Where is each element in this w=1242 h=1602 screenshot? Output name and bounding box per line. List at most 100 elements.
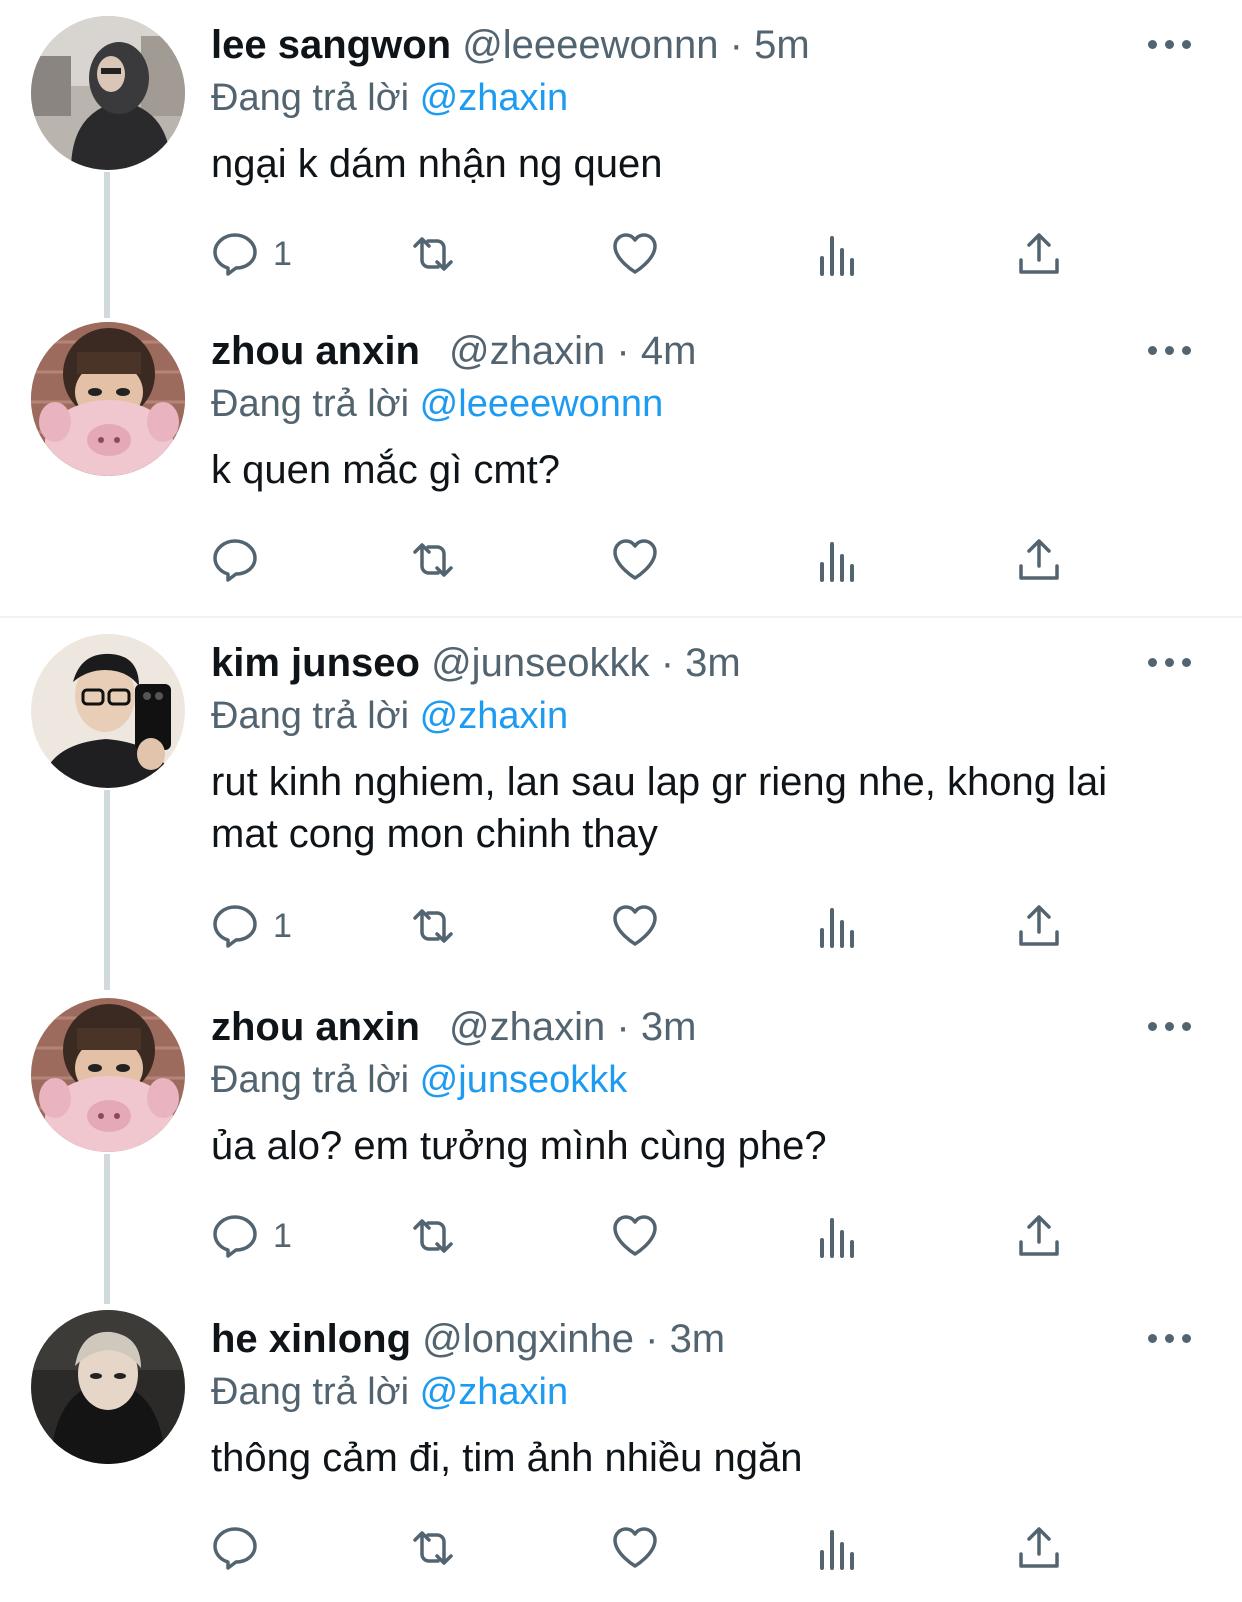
- views-button[interactable]: [813, 226, 861, 282]
- timestamp[interactable]: 5m: [754, 23, 810, 67]
- comment-icon: [213, 905, 257, 948]
- replying-to: Đang trả lời @zhaxin: [211, 690, 1182, 742]
- share-button[interactable]: [1015, 532, 1063, 588]
- display-name[interactable]: lee sangwon: [211, 23, 451, 67]
- reply-button[interactable]: 1: [211, 1208, 292, 1264]
- comment-icon: [213, 1215, 257, 1258]
- heart-icon: [613, 1215, 657, 1256]
- replying-to-label: Đang trả lời: [211, 77, 410, 119]
- mention-link[interactable]: @zhaxin: [420, 77, 568, 119]
- user-handle[interactable]: @zhaxin: [449, 329, 605, 373]
- timestamp[interactable]: 3m: [670, 1317, 726, 1361]
- share-button[interactable]: [1015, 1520, 1063, 1576]
- avatar-hooded-person[interactable]: [31, 16, 185, 170]
- retweet-button[interactable]: [409, 1520, 457, 1576]
- views-button[interactable]: [813, 898, 861, 954]
- views-button[interactable]: [813, 532, 861, 588]
- share-button[interactable]: [1015, 226, 1063, 282]
- reply-button[interactable]: [211, 532, 273, 588]
- like-button[interactable]: [611, 1208, 659, 1264]
- more-options-icon[interactable]: [1148, 656, 1192, 670]
- avatar-pink-plush[interactable]: [31, 322, 185, 476]
- tweet-header: zhou anxin @zhaxin · 3m: [211, 1002, 1182, 1052]
- display-name[interactable]: zhou anxin: [211, 329, 420, 373]
- avatar-pink-plush[interactable]: [31, 998, 185, 1152]
- user-handle[interactable]: @leeeewonnn: [462, 23, 718, 67]
- retweet-button[interactable]: [409, 1208, 457, 1264]
- heart-icon: [613, 233, 657, 274]
- more-options-icon[interactable]: [1148, 344, 1192, 358]
- reply-thread: lee sangwon @leeeewonnn · 5m Đang trả lờ…: [0, 0, 1242, 1602]
- user-handle[interactable]: @longxinhe: [422, 1317, 634, 1361]
- retweet-button[interactable]: [409, 532, 457, 588]
- share-icon: [1019, 539, 1059, 580]
- avatar-glasses-selfie[interactable]: [31, 634, 185, 788]
- analytics-icon: [820, 542, 854, 582]
- reply-count: 1: [273, 1216, 292, 1255]
- tweet-header: kim junseo @junseokkk · 3m: [211, 638, 1182, 688]
- display-name[interactable]: kim junseo: [211, 641, 420, 685]
- reply-count: 1: [273, 234, 292, 273]
- display-name[interactable]: zhou anxin: [211, 1005, 420, 1049]
- share-icon: [1019, 1215, 1059, 1256]
- more-options-icon[interactable]: [1148, 1332, 1192, 1346]
- replying-to-label: Đang trả lời: [211, 1371, 410, 1413]
- tweet-text: ủa alo? em tưởng mình cùng phe?: [211, 1124, 827, 1168]
- like-button[interactable]: [611, 532, 659, 588]
- reply-button[interactable]: 1: [211, 898, 292, 954]
- thread-connector-line: [104, 790, 110, 990]
- timestamp[interactable]: 3m: [685, 641, 741, 685]
- share-icon: [1019, 1527, 1059, 1568]
- replying-to-label: Đang trả lời: [211, 1059, 410, 1101]
- share-icon: [1019, 233, 1059, 274]
- share-button[interactable]: [1015, 1208, 1063, 1264]
- reply-button[interactable]: [211, 1520, 273, 1576]
- timestamp[interactable]: 4m: [641, 329, 697, 373]
- user-handle[interactable]: @zhaxin: [449, 1005, 605, 1049]
- thread-connector-line: [104, 1154, 110, 1304]
- display-name[interactable]: he xinlong: [211, 1317, 411, 1361]
- analytics-icon: [820, 236, 854, 276]
- retweet-button[interactable]: [409, 226, 457, 282]
- replying-to-label: Đang trả lời: [211, 695, 410, 737]
- replying-to: Đang trả lời @zhaxin: [211, 72, 1182, 124]
- retweet-icon: [413, 909, 453, 943]
- views-button[interactable]: [813, 1520, 861, 1576]
- reply-button[interactable]: 1: [211, 226, 292, 282]
- user-handle[interactable]: @junseokkk: [431, 641, 649, 685]
- retweet-icon: [413, 237, 453, 271]
- analytics-icon: [820, 908, 854, 948]
- tweet-text: thông cảm đi, tim ảnh nhiều ngăn: [211, 1436, 803, 1480]
- retweet-icon: [413, 1219, 453, 1253]
- more-options-icon[interactable]: [1148, 38, 1192, 52]
- mention-link[interactable]: @zhaxin: [420, 695, 568, 737]
- share-button[interactable]: [1015, 898, 1063, 954]
- tweet[interactable]: kim junseo @junseokkk · 3m Đang trả lời …: [0, 618, 1242, 990]
- replying-to-label: Đang trả lời: [211, 383, 410, 425]
- tweet[interactable]: zhou anxin @zhaxin · 3m Đang trả lời @ju…: [0, 982, 1242, 1304]
- separator-dot: ·: [729, 23, 743, 67]
- tweet-header: lee sangwon @leeeewonnn · 5m: [211, 20, 1182, 70]
- like-button[interactable]: [611, 226, 659, 282]
- separator-dot: ·: [616, 1005, 630, 1049]
- tweet[interactable]: he xinlong @longxinhe · 3m Đang trả lời …: [0, 1294, 1242, 1602]
- mention-link[interactable]: @leeeewonnn: [420, 383, 664, 425]
- avatar-dark-hoodie[interactable]: [31, 1310, 185, 1464]
- tweet[interactable]: lee sangwon @leeeewonnn · 5m Đang trả lờ…: [0, 0, 1242, 318]
- mention-link[interactable]: @zhaxin: [420, 1371, 568, 1413]
- tweet[interactable]: zhou anxin @zhaxin · 4m Đang trả lời @le…: [0, 306, 1242, 616]
- tweet-text: ngại k dám nhận ng quen: [211, 142, 663, 186]
- retweet-button[interactable]: [409, 898, 457, 954]
- share-icon: [1019, 905, 1059, 946]
- thread-connector-line: [104, 172, 110, 318]
- tweet-content: zhou anxin @zhaxin · 4m Đang trả lời @le…: [211, 326, 1182, 496]
- separator-dot: ·: [660, 641, 675, 685]
- timestamp[interactable]: 3m: [641, 1005, 697, 1049]
- like-button[interactable]: [611, 898, 659, 954]
- more-options-icon[interactable]: [1148, 1020, 1192, 1034]
- like-button[interactable]: [611, 1520, 659, 1576]
- tweet-content: he xinlong @longxinhe · 3m Đang trả lời …: [211, 1314, 1182, 1484]
- tweet-header: he xinlong @longxinhe · 3m: [211, 1314, 1182, 1364]
- views-button[interactable]: [813, 1208, 861, 1264]
- mention-link[interactable]: @junseokkk: [420, 1059, 628, 1101]
